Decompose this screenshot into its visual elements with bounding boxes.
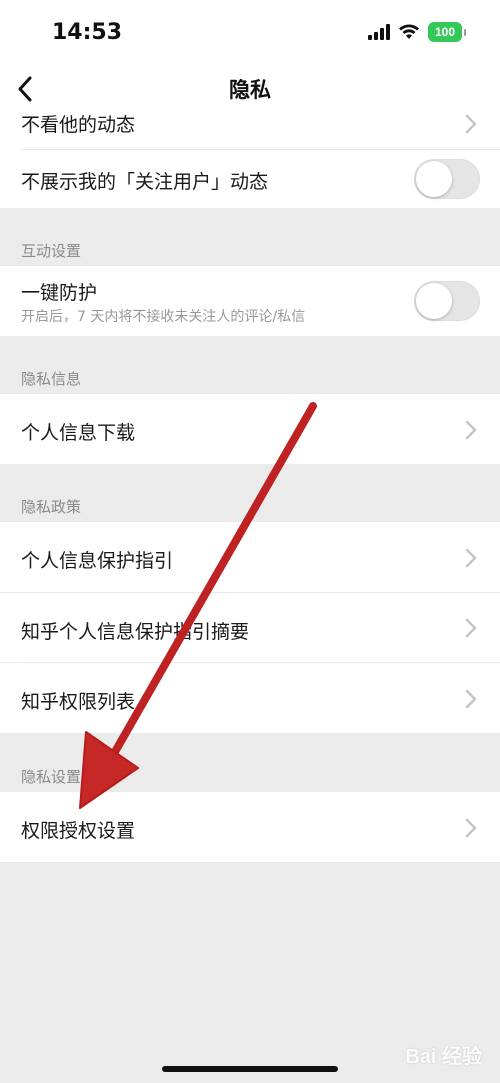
row-protect-guide-label: 个人信息保护指引 — [21, 550, 174, 572]
row-permission-list-label: 知乎权限列表 — [21, 691, 136, 713]
status-time: 14:53 — [52, 20, 123, 45]
chevron-right-icon — [465, 548, 477, 568]
chevron-right-icon — [465, 818, 477, 838]
section-header-interaction: 互动设置 — [21, 242, 82, 260]
row-permission-list[interactable]: 知乎权限列表 — [0, 663, 500, 733]
watermark: Bai 经验 — [405, 1046, 482, 1068]
battery-level: 100 — [428, 22, 462, 42]
section-header-privacy-policy: 隐私政策 — [21, 498, 82, 516]
chevron-right-icon — [465, 618, 477, 638]
row-hide-follow: 不展示我的「关注用户」动态 — [0, 150, 500, 208]
row-hide-dynamic[interactable]: 不看他的动态 — [0, 112, 500, 150]
status-bar: 14:53 100 — [0, 0, 500, 66]
home-indicator — [162, 1066, 338, 1072]
page-title: 隐私 — [229, 78, 271, 102]
chevron-right-icon — [465, 689, 477, 709]
battery-icon: 100 — [428, 22, 466, 42]
row-permission-auth[interactable]: 权限授权设置 — [0, 792, 500, 862]
row-protect-guide[interactable]: 个人信息保护指引 — [0, 522, 500, 592]
row-one-key-protect: 一键防护 开启后，7 天内将不接收未关注人的评论/私信 — [0, 266, 500, 336]
row-protect-guide-summary[interactable]: 知乎个人信息保护指引摘要 — [0, 593, 500, 662]
signal-icon — [368, 24, 390, 40]
row-permission-auth-label: 权限授权设置 — [21, 820, 136, 842]
section-header-privacy-settings: 隐私设置 — [21, 768, 82, 786]
battery-cap — [464, 28, 466, 36]
hide-follow-toggle[interactable] — [414, 159, 480, 199]
row-personal-download[interactable]: 个人信息下载 — [0, 394, 500, 464]
chevron-right-icon — [465, 420, 477, 440]
row-hide-follow-label: 不展示我的「关注用户」动态 — [21, 171, 269, 193]
section-header-privacy-info: 隐私信息 — [21, 370, 82, 388]
toggle-knob — [416, 283, 452, 319]
wifi-icon — [398, 24, 420, 40]
one-key-protect-toggle[interactable] — [414, 281, 480, 321]
row-one-key-protect-subtitle: 开启后，7 天内将不接收未关注人的评论/私信 — [21, 309, 306, 325]
toggle-knob — [416, 161, 452, 197]
status-icons: 100 — [368, 22, 466, 42]
row-one-key-protect-label: 一键防护 — [21, 282, 98, 304]
row-hide-dynamic-label: 不看他的动态 — [21, 114, 136, 136]
nav-bar: 隐私 — [0, 66, 500, 112]
row-personal-download-label: 个人信息下载 — [21, 422, 136, 444]
row-protect-guide-summary-label: 知乎个人信息保护指引摘要 — [21, 621, 250, 643]
chevron-right-icon — [465, 114, 477, 134]
